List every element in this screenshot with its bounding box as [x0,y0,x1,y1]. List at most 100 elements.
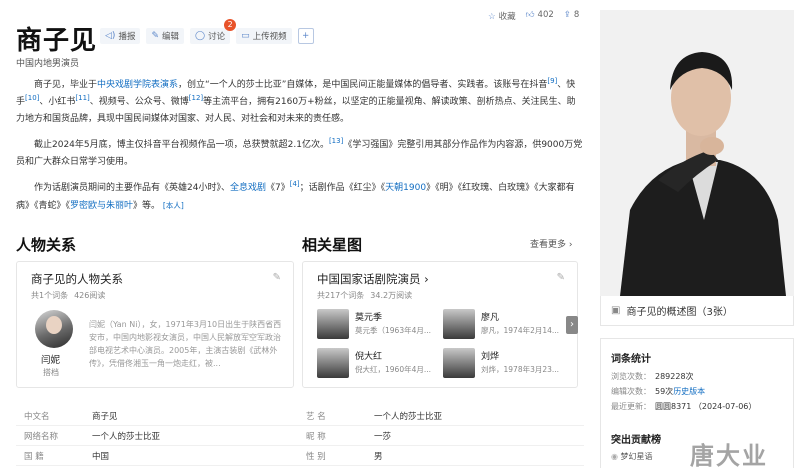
stars-meta: 共217个词条 34.2万阅读 [317,290,412,301]
page-title: 商子见 [16,26,98,56]
info-key: 艺 名 [306,412,326,422]
reference-11[interactable]: [11] [75,94,89,102]
info-value: 商子见 [92,412,118,422]
star-name[interactable]: 莫元季 [355,310,382,323]
link-drama-academy[interactable]: 中央戏剧学院表演系 [97,80,178,90]
history-version-link[interactable]: 历史版本 [673,387,705,396]
comment-icon: ◯ [195,31,206,41]
discuss-button[interactable]: ◯ 讨论 2 [190,19,237,44]
relations-card-title[interactable]: 商子见的人物关系 [31,271,123,287]
star-description: 莫元季（1963年4月... [355,326,432,335]
broadcast-label: 播报 [118,32,136,42]
info-key: 国 籍 [24,452,44,462]
info-key: 网络名称 [24,432,59,442]
plus-icon: + [302,31,310,41]
star-name[interactable]: 廖凡 [481,310,499,323]
gallery-caption: 商子见的概述图（3张） [626,307,733,318]
edit-button[interactable]: ✎ 编辑 [146,28,185,44]
share-button[interactable]: ⇪ 8 [564,10,580,22]
star-description: 刘烨，1978年3月23... [481,365,560,374]
like-button[interactable]: 👍︎ 402 [526,10,554,22]
text: 、小红书 [39,97,76,107]
table-row: 国 籍 中国 性 别 男 [16,448,584,466]
views-row: 浏览次数： 289228次 [611,371,694,382]
contributor-name: 梦幻星语 [620,452,653,461]
info-value-link[interactable]: 中国 [92,448,109,466]
table-row: 中文名 商子见 艺 名 一个人的莎士比亚 [16,408,584,426]
text: 截止2024年5月底，博主仅抖音平台视频作品一项，总获赞就超2.1亿次。 [34,140,329,150]
relations-heading: 人物关系 [16,236,77,254]
relations-card: 商子见的人物关系 ✎ 共1个词条 426阅读 闫妮 搭档 闫妮（Yan Ni），… [16,261,294,388]
see-more-label: 查看更多 [530,240,567,250]
pencil-icon: ✎ [151,31,159,41]
entry-count: 共217个词条 [317,291,365,300]
thumbs-up-icon: 👍︎ [525,10,535,20]
next-arrow-button[interactable]: › [566,316,578,334]
star-photo[interactable] [317,348,349,378]
star-name[interactable]: 刘烨 [481,349,499,362]
star-photo[interactable] [443,309,475,339]
edit-icon[interactable]: ✎ [273,272,281,283]
updated-row: 最近更新： 圆圆8371 （2024-07-06） [611,401,756,412]
intro-paragraph-1: 商子见，毕业于中央戏剧学院表演系，创立“一个人的莎士比亚”自媒体，是中国民间正能… [16,77,584,128]
stat-label: 编辑次数： [611,387,651,396]
read-count: 426阅读 [74,291,106,300]
star-photo[interactable] [443,348,475,378]
favorite-label: 收藏 [498,12,516,22]
video-icon: ▭ [241,31,250,41]
reference-12[interactable]: [12] [189,94,203,102]
portrait-illustration [600,10,794,296]
stat-label: 最近更新： [611,402,651,411]
stars-card-title[interactable]: 中国国家话剧院演员 › [317,271,429,287]
text: ；话剧作品《红尘》《 [299,183,386,193]
star-name[interactable]: 倪大红 [355,349,382,362]
intro-paragraph-3: 作为话剧演员期间的主要作品有《英雄24小时》、全息戏剧《7》[4]；话剧作品《红… [16,180,584,215]
reference-10[interactable]: [10] [25,94,39,102]
self-tag[interactable]: [本人] [163,201,184,210]
overview-gallery-link[interactable]: ▣ 商子见的概述图（3张） [600,296,794,326]
star-description: 倪大红，1960年4月... [355,365,432,374]
info-value: 一莎 [374,432,392,442]
person-name[interactable]: 闫妮 [41,352,60,366]
link-holographic-drama[interactable]: 全息戏剧 [230,183,266,193]
star-photo[interactable] [317,309,349,339]
see-more-link[interactable]: 查看更多 › [530,237,573,250]
contributor[interactable]: ◉ 梦幻星语 [611,451,653,462]
chevron-right-icon: › [424,272,429,286]
reference-4[interactable]: [4] [290,180,300,188]
discuss-badge: 2 [224,19,237,31]
portrait-photo[interactable] [600,10,794,296]
link-romeo-juliet[interactable]: 罗密欧与朱丽叶 [70,201,133,211]
add-button[interactable]: + [297,28,314,44]
stars-card-title-text: 中国国家话剧院演员 [317,272,421,286]
stat-label: 浏览次数： [611,372,651,381]
star-description: 廖凡，1974年2月14... [481,326,560,335]
page-subtitle: 中国内地男演员 [16,59,80,69]
user-icon: ◉ [611,452,618,461]
reference-9[interactable]: [9] [547,77,557,85]
text: 、视频号、公众号、微博 [89,97,189,107]
link-tianchao-1900[interactable]: 天朝1900 [385,183,426,193]
image-icon: ▣ [611,305,621,316]
chevron-right-icon: › [568,240,573,250]
info-value: 一个人的莎士比亚 [92,432,161,442]
reference-13[interactable]: [13] [329,137,343,145]
favorite-button[interactable]: ☆ 收藏 [488,10,516,22]
stars-card: 中国国家话剧院演员 › ✎ 共217个词条 34.2万阅读 莫元季 莫元季（19… [302,261,578,388]
top-stats: ☆ 收藏 👍︎ 402 ⇪ 8 [488,10,579,22]
relations-meta: 共1个词条 426阅读 [31,290,105,301]
stat-value: 289228次 [655,372,694,381]
text: 作为话剧演员期间的主要作品有《英雄24小时》、 [34,183,230,193]
stars-heading: 相关星图 [302,236,363,254]
upload-video-button[interactable]: ▭ 上传视频 [236,28,292,44]
stats-title: 词条统计 [611,354,651,365]
edit-icon[interactable]: ✎ [557,272,565,283]
edit-label: 编辑 [162,32,180,42]
text: 》等。 [133,201,161,211]
info-key: 昵 称 [306,432,326,442]
text: ，创立“一个人的莎士比亚”自媒体，是中国民间正能量媒体的倡导者、实践者。该账号在… [178,80,548,90]
person-relation: 搭档 [43,368,59,377]
broadcast-button[interactable]: ◁) 播报 [100,28,141,44]
avatar[interactable] [35,310,73,348]
discuss-label: 讨论 [208,32,226,42]
